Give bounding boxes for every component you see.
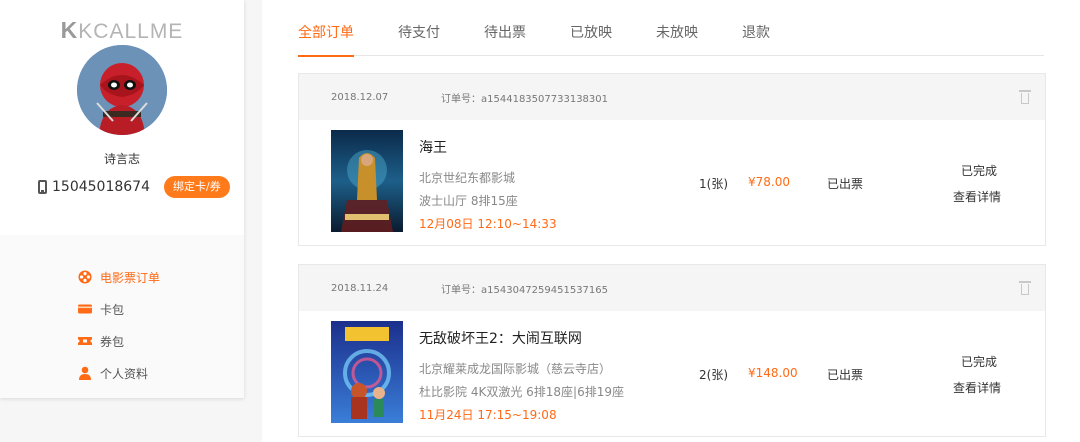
tab-refund[interactable]: 退款	[742, 0, 770, 56]
menu-label: 卡包	[100, 302, 125, 317]
menu-label: 电影票订单	[100, 270, 161, 285]
movie-poster[interactable]	[331, 130, 403, 232]
menu-label: 券包	[100, 334, 125, 349]
movie-title[interactable]: 无敌破坏王2：大闹互联网	[419, 328, 582, 348]
logo-text: KCALLME	[78, 20, 184, 43]
account-menu: 电影票订单 卡包 券包 个人资料	[0, 235, 244, 398]
tab-pending-payment[interactable]: 待支付	[398, 0, 440, 56]
ticket-quantity: 1(张)	[699, 177, 728, 191]
order-card: 2018.11.24 订单号：a1543047259451537165 无敌破坏…	[298, 264, 1046, 437]
ticket-quantity: 2(张)	[699, 368, 728, 382]
orders-panel: 全部订单 待支付 待出票 已放映 未放映 退款 2018.12.07 订单号：a…	[262, 0, 1080, 442]
brand-logo[interactable]: KKCALLME	[0, 17, 244, 44]
hall-seat: 波士山厅 8排15座	[419, 194, 518, 208]
card-icon	[78, 304, 92, 314]
aquaman-poster-image	[331, 130, 403, 232]
avatar[interactable]	[77, 45, 167, 135]
order-filter-tabs: 全部订单 待支付 待出票 已放映 未放映 退款	[298, 0, 1044, 57]
person-icon	[79, 366, 91, 380]
order-price: ¥78.00	[748, 175, 790, 189]
ticket-status: 已出票	[827, 368, 864, 382]
cinema-name: 北京耀莱成龙国际影城（慈云寺店）	[419, 362, 612, 376]
order-status: 已完成	[961, 355, 998, 369]
order-header: 2018.11.24 订单号：a1543047259451537165	[299, 265, 1045, 311]
order-number: 订单号：a1544183507733138301	[441, 93, 609, 105]
logo-mark: K	[60, 17, 79, 43]
tab-not-screened[interactable]: 未放映	[656, 0, 698, 56]
tab-all-orders[interactable]: 全部订单	[298, 0, 354, 57]
showtime: 12月08日 12:10~14:33	[419, 217, 557, 231]
order-body: 无敌破坏王2：大闹互联网 北京耀莱成龙国际影城（慈云寺店） 杜比影院 4K双激光…	[299, 311, 1045, 437]
menu-item-card-wallet[interactable]: 卡包	[0, 293, 244, 325]
tab-screened[interactable]: 已放映	[570, 0, 612, 56]
trash-icon[interactable]	[1019, 281, 1031, 295]
username: 诗言志	[103, 152, 140, 166]
coupon-icon	[78, 337, 92, 345]
movie-title[interactable]: 海王	[419, 137, 447, 157]
view-details-link[interactable]: 查看详情	[953, 188, 1001, 205]
profile-card: KKCALLME 诗言志 15045018674 绑定卡/券	[0, 0, 244, 235]
tab-pending-ticket[interactable]: 待出票	[484, 0, 526, 56]
user-sidebar: KKCALLME 诗言志 15045018674 绑定卡/券 电影票订单 卡包 …	[0, 0, 244, 398]
order-date: 2018.12.07	[331, 91, 389, 103]
menu-label: 个人资料	[100, 366, 149, 381]
cinema-name: 北京世纪东都影城	[419, 171, 516, 185]
movie-poster[interactable]	[331, 321, 403, 423]
film-reel-icon	[78, 270, 92, 284]
order-body: 海王 北京世纪东都影城 波士山厅 8排15座 12月08日 12:10~14:3…	[299, 120, 1045, 246]
order-status: 已完成	[961, 164, 998, 178]
menu-item-coupon-wallet[interactable]: 券包	[0, 325, 244, 357]
order-card: 2018.12.07 订单号：a1544183507733138301 海王 北…	[298, 73, 1046, 246]
hall-seat: 杜比影院 4K双激光 6排18座|6排19座	[419, 385, 624, 399]
menu-item-profile[interactable]: 个人资料	[0, 357, 244, 389]
trash-icon[interactable]	[1019, 90, 1031, 104]
view-details-link[interactable]: 查看详情	[953, 379, 1001, 396]
ticket-status: 已出票	[827, 177, 864, 191]
order-header: 2018.12.07 订单号：a1544183507733138301	[299, 74, 1045, 120]
mobile-phone-icon	[38, 180, 47, 194]
menu-item-movie-orders[interactable]: 电影票订单	[0, 261, 244, 293]
order-date: 2018.11.24	[331, 282, 389, 294]
order-price: ¥148.00	[748, 366, 798, 380]
phone-row: 15045018674 绑定卡/券	[38, 176, 230, 198]
showtime: 11月24日 17:15~19:08	[419, 408, 557, 422]
deadpool-avatar-image	[77, 45, 167, 135]
bind-card-coupon-button[interactable]: 绑定卡/券	[163, 176, 230, 198]
order-number: 订单号：a1543047259451537165	[441, 284, 609, 296]
phone-number: 15045018674	[52, 179, 150, 195]
ralph-breaks-internet-poster-image	[331, 321, 403, 423]
